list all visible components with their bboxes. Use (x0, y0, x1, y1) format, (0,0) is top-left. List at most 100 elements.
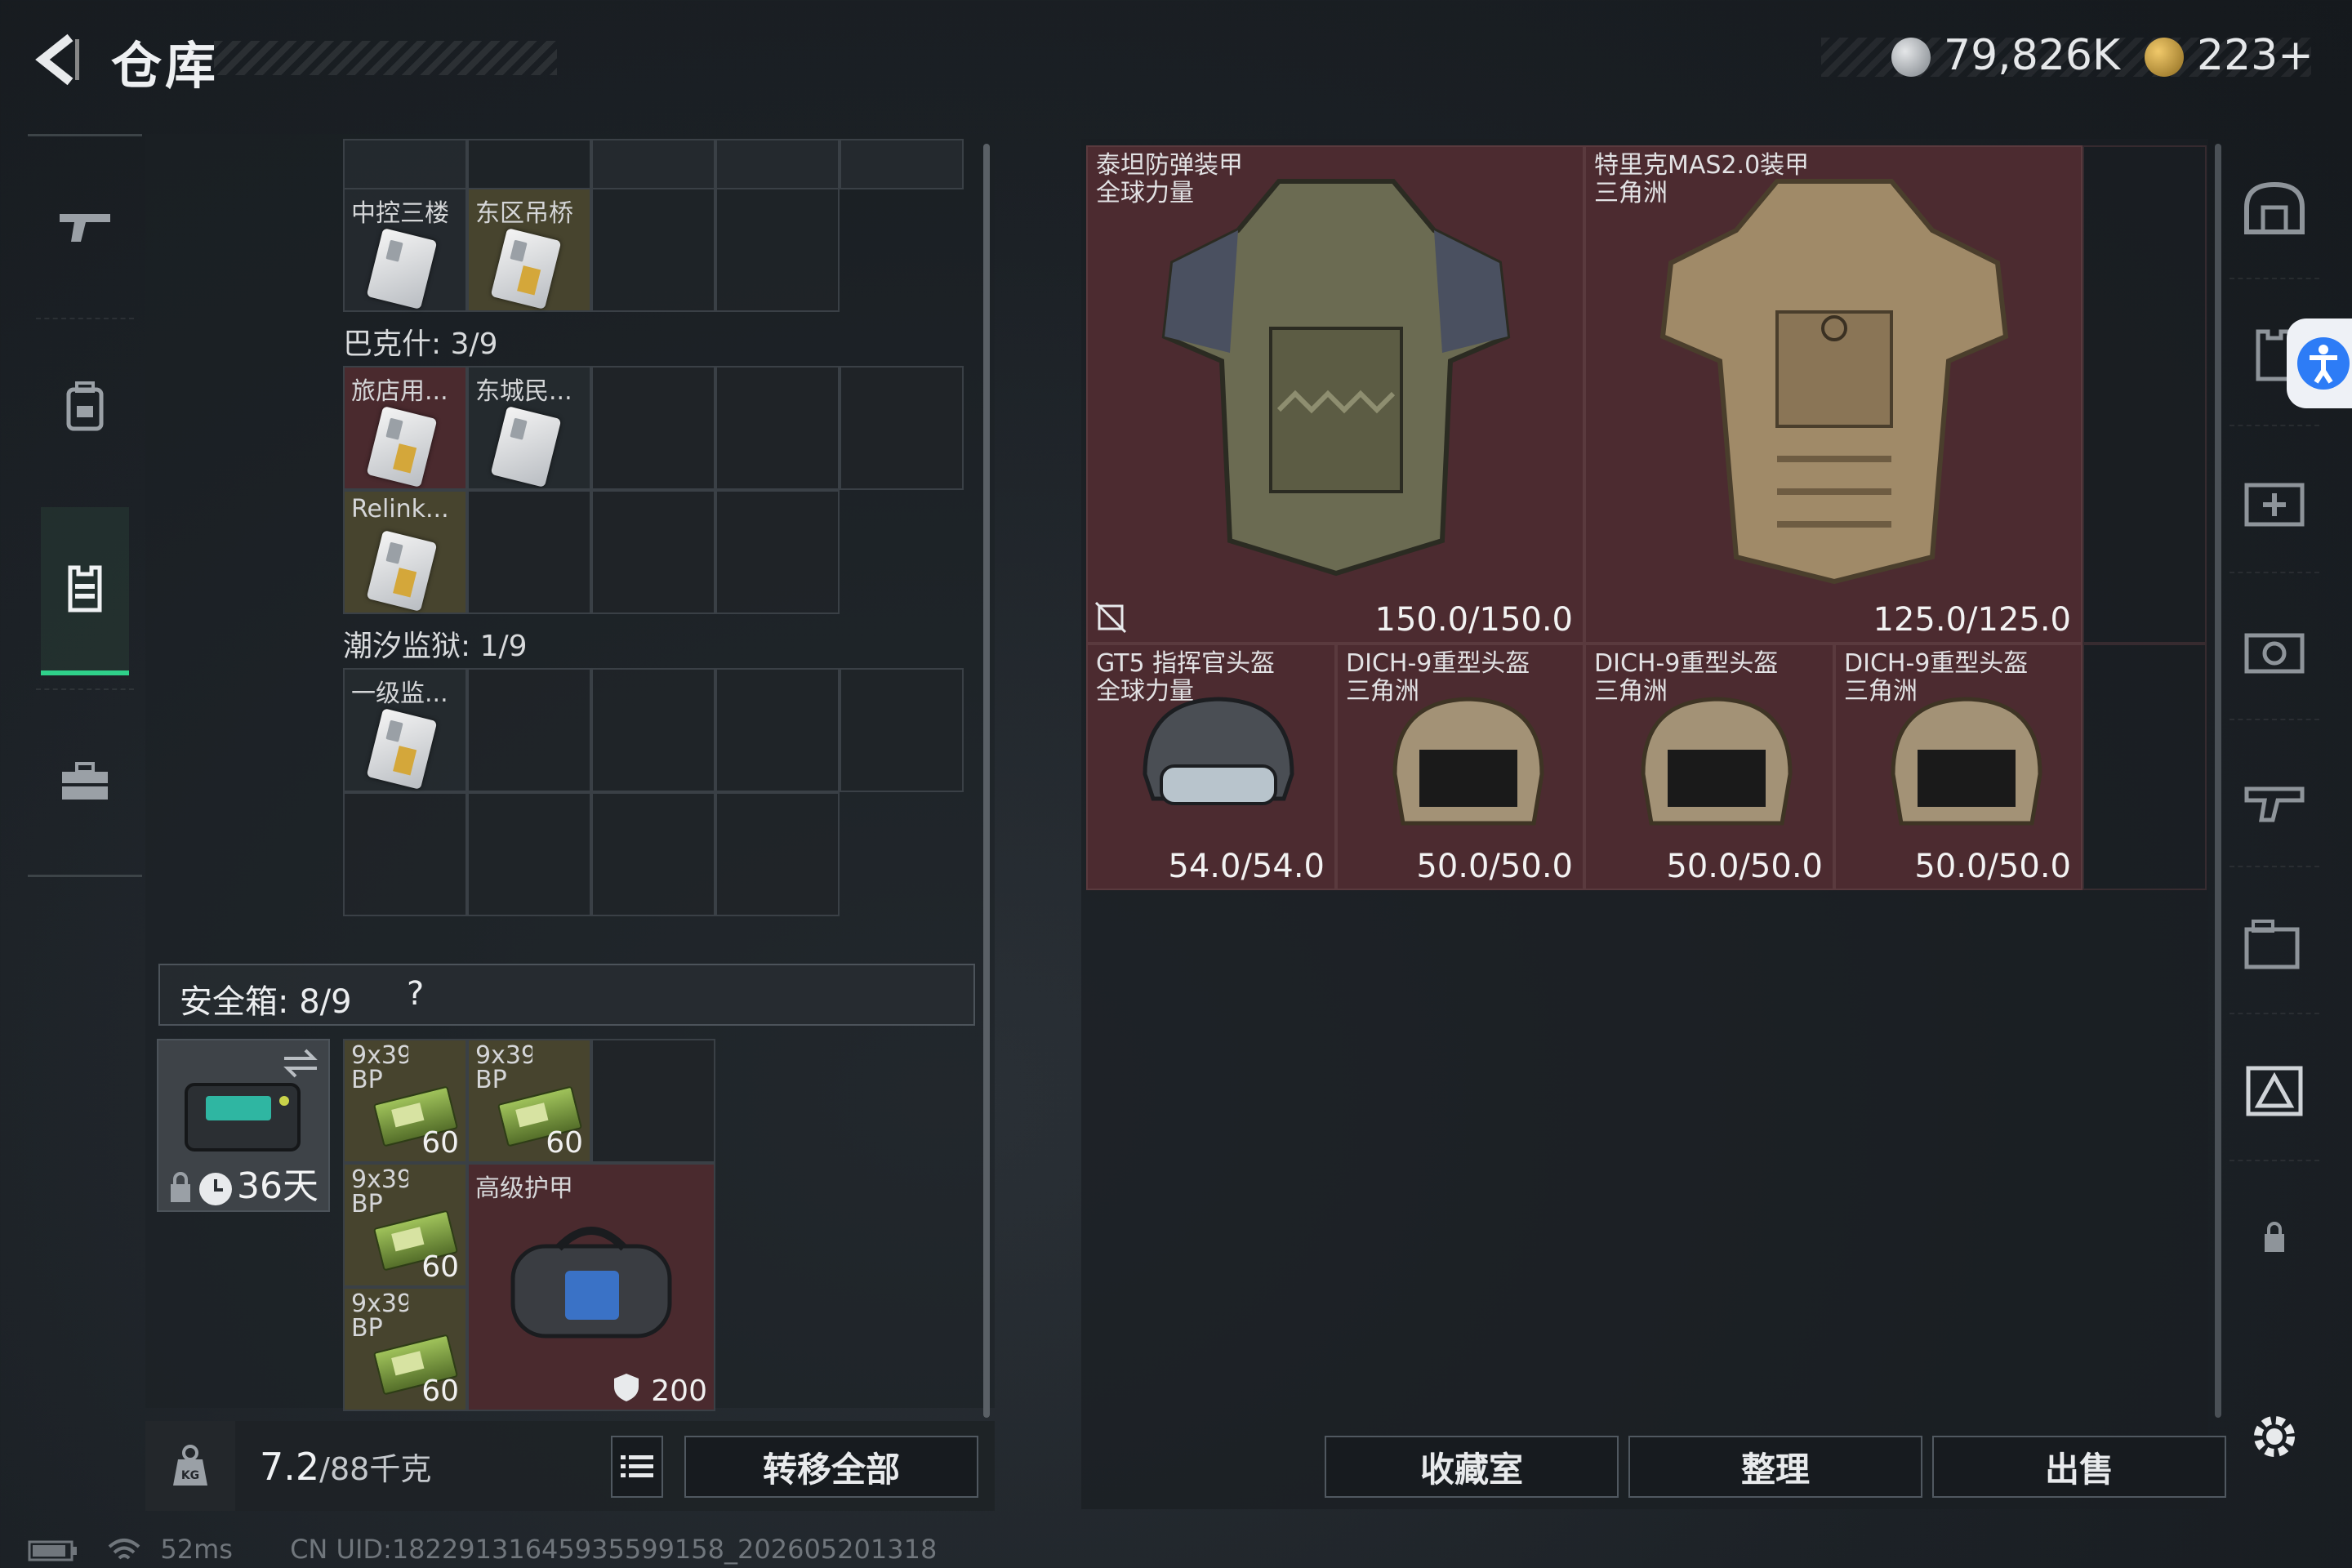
filter-tools[interactable] (2230, 580, 2319, 720)
safebox-icon (185, 1083, 301, 1152)
grid-cell[interactable] (715, 668, 840, 792)
gun-icon (60, 214, 110, 242)
item-label: 高级护甲 (475, 1174, 573, 1203)
category-nav (28, 134, 142, 877)
grid-cell[interactable] (591, 792, 715, 916)
ammo-item[interactable]: 9x39 BP 60 (343, 1287, 467, 1411)
ammo-item[interactable]: 9x39 BP 60 (467, 1039, 591, 1163)
filter-locked[interactable] (2230, 1168, 2319, 1307)
list-icon (621, 1455, 653, 1477)
battery-icon (28, 1540, 77, 1561)
grid-cell[interactable] (467, 139, 591, 189)
armor-item[interactable]: 特里克MAS2.0装甲 三角洲 125.0/125.0 (1584, 145, 2082, 644)
help-icon[interactable]: ? (407, 975, 424, 1013)
item-count: 60 (421, 1374, 459, 1408)
weight-value: 7.2 (260, 1445, 320, 1489)
nav-equipment[interactable] (41, 324, 129, 488)
grid-cell[interactable] (2082, 145, 2207, 644)
safebox-container[interactable]: 36天 (157, 1039, 330, 1212)
backpack-icon (66, 381, 104, 431)
settings-button[interactable] (2247, 1410, 2301, 1463)
grid-cell[interactable] (591, 668, 715, 792)
no-insure-icon (1094, 601, 1127, 634)
section-header: 巴克什: 3/9 (343, 327, 498, 361)
durability-readout: 125.0/125.0 (1873, 601, 2072, 639)
nav-cases[interactable] (41, 700, 129, 863)
ammo-item[interactable]: 9x39 BP 60 (343, 1039, 467, 1163)
weapon-slot-icon (2244, 786, 2305, 822)
grid-cell[interactable] (591, 139, 715, 189)
keycard-item[interactable]: 东城民... (467, 366, 591, 490)
stash-scrollbar[interactable] (983, 144, 990, 1418)
item-value: 200 (651, 1374, 707, 1408)
grid-cell[interactable] (591, 366, 715, 490)
grid-cell[interactable] (840, 668, 964, 792)
armor-item[interactable]: 泰坦防弹装甲 全球力量 150.0/150.0 (1086, 145, 1584, 644)
grid-cell[interactable] (715, 792, 840, 916)
item-label: 9x39 BP (351, 1044, 408, 1093)
helmet-image (1891, 697, 2042, 826)
grid-cell[interactable] (715, 139, 840, 189)
grid-cell[interactable] (343, 792, 467, 916)
currency-triangle-value[interactable]: 223+ (2197, 31, 2314, 80)
sell-button[interactable]: 出售 (1932, 1436, 2226, 1498)
helmet-item[interactable]: GT5 指挥官头盔 全球力量 54.0/54.0 (1086, 644, 1336, 890)
item-label: 旅店用... (351, 377, 448, 406)
helmet-item[interactable]: DICH-9重型头盔 三角洲 50.0/50.0 (1584, 644, 1834, 890)
filter-cases[interactable] (2230, 874, 2319, 1014)
nav-weapons[interactable] (41, 145, 129, 308)
organize-button[interactable]: 整理 (1628, 1436, 1922, 1498)
keycard-item[interactable]: 东区吊桥 (467, 188, 591, 312)
equipment-scrollbar[interactable] (2215, 144, 2221, 1418)
filter-medical[interactable] (2230, 433, 2319, 573)
helmet-item[interactable]: DICH-9重型头盔 三角洲 50.0/50.0 (1336, 644, 1584, 890)
collection-room-button[interactable]: 收藏室 (1325, 1436, 1619, 1498)
grid-cell[interactable] (467, 668, 591, 792)
grid-cell[interactable] (715, 188, 840, 312)
accessibility-button[interactable] (2287, 318, 2352, 408)
section-header: 潮汐监狱: 1/9 (343, 630, 528, 663)
item-label: 9x39 BP (475, 1044, 532, 1093)
back-arrow-icon (35, 33, 79, 86)
grid-cell[interactable] (591, 1039, 715, 1163)
grid-cell[interactable] (2082, 644, 2207, 890)
swap-icon[interactable] (281, 1047, 320, 1080)
keycard-item[interactable]: 中控三楼 (343, 188, 467, 312)
list-view-button[interactable] (611, 1436, 663, 1498)
weight-readout: 7.2/88千克 (260, 1444, 431, 1489)
lock-icon (171, 1172, 190, 1202)
keycard-icon (366, 708, 438, 790)
helmet-name: DICH-9重型头盔 (1346, 649, 1530, 678)
safebox-header: 安全箱: 8/9 ? (158, 964, 975, 1026)
grid-cell[interactable] (591, 490, 715, 614)
back-button[interactable] (28, 31, 85, 88)
grid-cell[interactable] (467, 490, 591, 614)
case-slot-icon (2244, 920, 2300, 969)
filter-weapons[interactable] (2230, 727, 2319, 867)
grid-cell[interactable] (715, 366, 840, 490)
grid-cell[interactable] (467, 792, 591, 916)
filter-ammo[interactable] (2230, 1021, 2319, 1161)
helmet-image (1641, 697, 1793, 826)
keycard-item[interactable]: 一级监... (343, 668, 467, 792)
keycard-item[interactable]: 旅店用... (343, 366, 467, 490)
grid-cell[interactable] (715, 490, 840, 614)
nav-armor[interactable] (41, 507, 129, 675)
item-label: 9x39 BP (351, 1168, 408, 1217)
grid-cell[interactable] (591, 188, 715, 312)
wifi-icon (108, 1539, 140, 1560)
grid-cell[interactable] (840, 366, 964, 490)
weight-icon: KG (173, 1445, 207, 1486)
keycard-item[interactable]: Relink... (343, 490, 467, 614)
armor-bag-item[interactable]: 高级护甲 200 (467, 1163, 715, 1411)
helmet-item[interactable]: DICH-9重型头盔 三角洲 50.0/50.0 (1834, 644, 2082, 890)
case-icon (62, 762, 108, 800)
ammo-item[interactable]: 9x39 BP 60 (343, 1163, 467, 1287)
durability-readout: 50.0/50.0 (1416, 848, 1573, 885)
filter-helmet[interactable] (2230, 139, 2319, 279)
transfer-all-button[interactable]: 转移全部 (684, 1436, 978, 1498)
grid-cell[interactable] (343, 139, 467, 189)
durability-readout: 150.0/150.0 (1374, 601, 1574, 639)
grid-cell[interactable] (840, 139, 964, 189)
keycard-icon (366, 228, 438, 310)
